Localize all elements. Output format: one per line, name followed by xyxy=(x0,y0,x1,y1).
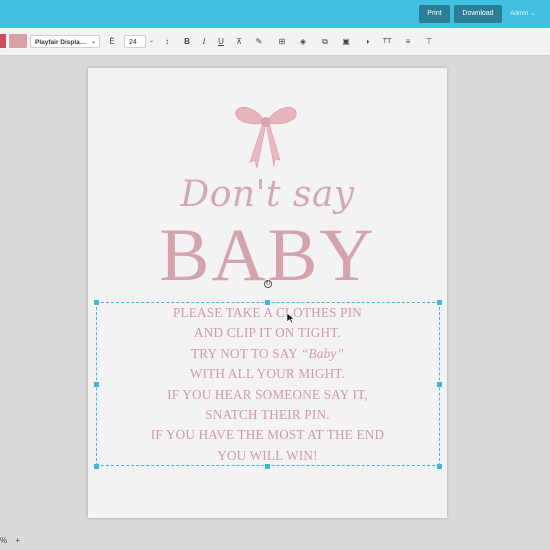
text-style-icon[interactable]: Ё xyxy=(107,36,117,47)
font-size-input[interactable]: 24 xyxy=(124,35,146,48)
top-bar: Print Download Admin ⌄ xyxy=(0,0,550,28)
text-case-button[interactable]: TT xyxy=(382,36,392,47)
mouse-cursor-icon xyxy=(286,312,295,324)
status-bar: % + xyxy=(0,532,30,550)
rotate-handle-icon[interactable]: ↻ xyxy=(264,280,272,288)
layers-icon[interactable]: ◈ xyxy=(298,36,308,47)
align-top-icon[interactable]: ⊼ xyxy=(234,36,244,47)
chevron-down-icon: ⌄ xyxy=(90,39,96,45)
download-button[interactable]: Download xyxy=(454,5,502,23)
bow-icon xyxy=(235,106,297,169)
user-menu[interactable]: Admin ⌄ xyxy=(510,5,536,23)
italic-button[interactable]: I xyxy=(199,36,209,47)
format-toolbar: Playfair Displa… ⌄ Ё 24 ⌄ ↕ B I U ⊼ ✎ ⊞ … xyxy=(0,28,550,56)
color-swatch-primary[interactable] xyxy=(0,34,6,48)
heading-script: Don't say xyxy=(180,174,355,215)
resize-handle[interactable] xyxy=(437,382,442,387)
duplicate-icon[interactable]: ⧉ xyxy=(320,36,330,47)
align-icon[interactable]: ⊤ xyxy=(424,36,434,47)
resize-handle[interactable] xyxy=(437,464,442,469)
resize-handle[interactable] xyxy=(265,464,270,469)
resize-handle[interactable] xyxy=(437,300,442,305)
edit-text-icon[interactable]: ✎ xyxy=(254,36,264,47)
resize-handle[interactable] xyxy=(94,300,99,305)
list-icon[interactable]: ≡ xyxy=(403,36,413,47)
zoom-indicator: % xyxy=(0,536,8,545)
font-size-chevron-icon[interactable]: ⌄ xyxy=(149,36,154,47)
effects-icon[interactable]: ◑ xyxy=(362,36,372,47)
color-swatch-secondary[interactable] xyxy=(9,34,27,48)
add-element-icon[interactable]: ⊞ xyxy=(277,36,287,47)
resize-handle[interactable] xyxy=(94,382,99,387)
line-height-icon[interactable]: ↕ xyxy=(162,36,172,47)
print-button[interactable]: Print xyxy=(419,5,450,23)
zoom-in-button[interactable]: + xyxy=(15,536,20,545)
resize-handle[interactable] xyxy=(94,464,99,469)
bold-button[interactable]: B xyxy=(182,36,192,47)
resize-handle[interactable] xyxy=(265,300,270,305)
font-family-select[interactable]: Playfair Displa… ⌄ xyxy=(30,35,100,48)
underline-button[interactable]: U xyxy=(216,36,226,47)
lock-icon[interactable]: ▣ xyxy=(341,36,351,47)
selection-box xyxy=(96,302,440,466)
font-family-value: Playfair Displa… xyxy=(35,39,87,46)
